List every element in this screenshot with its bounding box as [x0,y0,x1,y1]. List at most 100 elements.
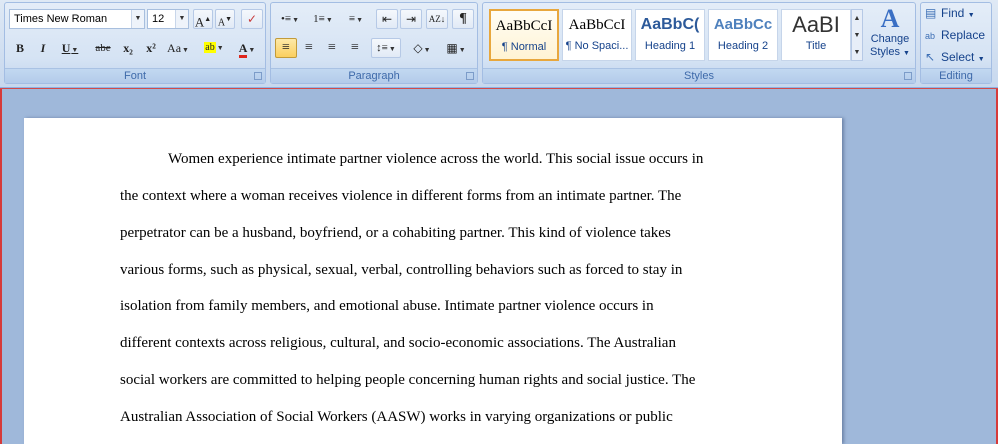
chevron-down-icon[interactable]: ▼ [175,10,188,28]
style-sample: AaBI [792,12,840,37]
editing-group: ▤ Find ▼ ab Replace ↖ Select ▼ Editing [920,2,992,84]
pilcrow-icon: ¶ [459,11,467,26]
change-styles-label-2: Styles ▼ [870,46,910,58]
highlight-button[interactable]: ab ▼ [199,38,229,58]
decrease-indent-button[interactable]: ⇤ [376,9,398,29]
styles-scroll[interactable]: ▲ ▼ ▼ [851,9,863,61]
chevron-down-icon[interactable]: ▼ [131,10,144,28]
grow-font-icon: A [194,14,205,30]
replace-icon: ab [925,31,936,41]
replace-button[interactable]: ab Replace [925,25,985,45]
change-styles-button[interactable]: A Change Styles ▼ [867,5,913,67]
superscript-icon: x² [146,41,156,55]
bullets-button[interactable]: •≡▼ [275,9,305,29]
underline-button[interactable]: U▼ [55,38,85,58]
align-left-icon: ≡ [282,40,290,55]
numbering-icon: 1≡ [313,13,325,25]
style-name: Heading 1 [644,40,696,52]
italic-icon: I [40,41,46,55]
binoculars-icon: ▤ [925,6,937,20]
strikethrough-icon: abe [95,42,111,54]
paragraph-line[interactable]: Women experience intimate partner violen… [168,150,703,168]
style-heading-1[interactable]: AaBbC( Heading 1 [635,9,705,61]
center-button[interactable]: ≡ [298,38,320,58]
change-styles-label-1: Change [870,33,910,45]
subscript-button[interactable]: x₂ [117,38,139,58]
increase-indent-icon: ⇥ [405,12,417,26]
font-dialog-launcher-icon[interactable] [254,72,262,80]
scroll-down-icon[interactable]: ▼ [852,27,862,44]
font-color-icon: A [238,42,248,58]
font-size-combo[interactable]: 12 ▼ [147,9,189,29]
font-group: Times New Roman ▼ 12 ▼ A▲ A▼ ✓ B I U▼ ab… [4,2,266,84]
style-no-spacing[interactable]: AaBbCcI ¶ No Spaci... [562,9,632,61]
borders-icon: ▦ [446,41,458,55]
paragraph-line[interactable]: social workers are committed to helping … [120,371,695,389]
line-spacing-button[interactable]: ↕≡▼ [371,38,401,58]
strikethrough-button[interactable]: abe [91,38,115,58]
paragraph-group: •≡▼ 1≡▼ ≡▼ ⇤ ⇥ AZ↓ ¶ ≡ ≡ ≡ ≡ ↕≡▼ ◇▼ ▦▼ P… [270,2,478,84]
paragraph-line[interactable]: the context where a woman receives viole… [120,187,681,205]
borders-button[interactable]: ▦▼ [441,38,471,58]
subscript-icon: x₂ [123,41,133,55]
decrease-indent-icon: ⇤ [381,12,393,26]
superscript-button[interactable]: x² [140,38,162,58]
style-name: Heading 2 [717,40,769,52]
document-page[interactable]: Women experience intimate partner violen… [24,118,842,444]
select-button[interactable]: ↖ Select ▼ [925,47,985,67]
bold-icon: B [15,41,24,55]
style-sample: AaBbCc [713,16,773,33]
style-title[interactable]: AaBI Title [781,9,851,61]
clear-formatting-button[interactable]: ✓ [241,9,263,29]
justify-button[interactable]: ≡ [344,38,366,58]
paragraph-dialog-launcher-icon[interactable] [466,72,474,80]
sort-button[interactable]: AZ↓ [426,9,448,29]
sort-icon: AZ↓ [428,14,446,24]
scroll-up-icon[interactable]: ▲ [852,10,862,27]
cursor-arrow-icon: ↖ [925,50,936,64]
grow-font-button[interactable]: A▲ [193,9,213,29]
styles-dialog-launcher-icon[interactable] [904,72,912,80]
style-normal[interactable]: AaBbCcI ¶ Normal [489,9,559,61]
font-name-combo[interactable]: Times New Roman ▼ [9,9,145,29]
paragraph-line[interactable]: different contexts across religious, cul… [120,334,676,352]
paragraph-line[interactable]: various forms, such as physical, sexual,… [120,261,682,279]
show-marks-button[interactable]: ¶ [452,9,474,29]
style-name: ¶ No Spaci... [565,40,629,52]
font-name-value: Times New Roman [14,13,108,25]
style-sample: AaBbC( [640,16,700,33]
align-right-button[interactable]: ≡ [321,38,343,58]
align-left-button[interactable]: ≡ [275,38,297,58]
paragraph-line[interactable]: perpetrator can be a husband, boyfriend,… [120,224,671,242]
styles-group-label: Styles [483,68,915,83]
change-case-button[interactable]: Aa▼ [163,38,193,58]
style-name: Title [805,40,827,52]
styles-group: AaBbCcI ¶ Normal AaBbCcI ¶ No Spaci... A… [482,2,916,84]
paragraph-line[interactable]: Australian Association of Social Workers… [120,408,673,426]
multilevel-list-button[interactable]: ≡▼ [341,9,371,29]
more-styles-icon[interactable]: ▼ [852,44,862,61]
increase-indent-button[interactable]: ⇥ [400,9,422,29]
bold-button[interactable]: B [9,38,31,58]
ribbon: Times New Roman ▼ 12 ▼ A▲ A▼ ✓ B I U▼ ab… [0,0,998,88]
font-color-button[interactable]: A▼ [232,38,262,58]
clear-formatting-icon: ✓ [246,12,258,26]
change-case-icon: Aa [167,41,182,55]
style-heading-2[interactable]: AaBbCc Heading 2 [708,9,778,61]
window-border [0,88,998,89]
shrink-font-button[interactable]: A▼ [215,9,235,29]
align-right-icon: ≡ [328,40,336,55]
style-sample: AaBbCcI [568,17,626,33]
font-size-value: 12 [152,13,165,25]
underline-icon: U [61,41,71,55]
paragraph-group-label: Paragraph [271,68,477,83]
find-button[interactable]: ▤ Find ▼ [925,3,975,23]
paragraph-line[interactable]: isolation from family members, and emoti… [120,297,654,315]
numbering-button[interactable]: 1≡▼ [308,9,338,29]
italic-button[interactable]: I [32,38,54,58]
bullets-icon: •≡ [281,13,292,25]
align-center-icon: ≡ [305,40,313,55]
style-sample: AaBbCcI [495,18,553,34]
shading-button[interactable]: ◇▼ [407,38,437,58]
change-styles-icon: A [880,4,900,33]
